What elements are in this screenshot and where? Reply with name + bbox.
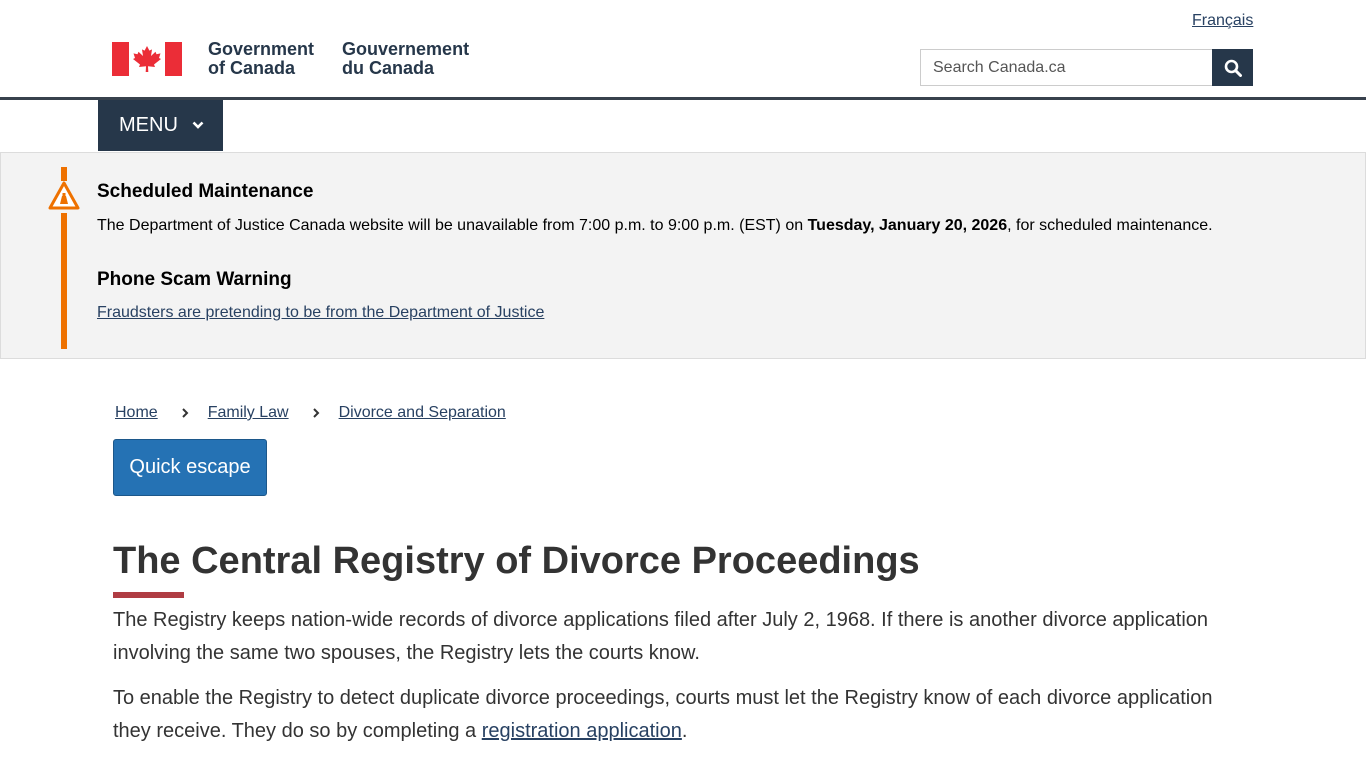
search-icon	[1224, 59, 1242, 77]
search-input[interactable]	[920, 49, 1212, 86]
chevron-down-icon	[192, 121, 204, 130]
warning-icon	[48, 181, 80, 216]
breadcrumb: Home Family Law Divorce and Separation	[115, 404, 506, 422]
chevron-right-icon	[181, 408, 189, 418]
site-search	[920, 49, 1253, 86]
registration-paragraph: To enable the Registry to detect duplica…	[113, 687, 1213, 742]
maintenance-heading: Scheduled Maintenance	[97, 181, 314, 202]
site-header: Français Government of Canada Gouverneme…	[0, 0, 1366, 100]
maintenance-text: The Department of Justice Canada website…	[97, 217, 1213, 234]
alert-accent-rule	[61, 213, 67, 349]
chevron-right-icon	[312, 408, 320, 418]
site-alert-banner: Scheduled Maintenance The Department of …	[0, 152, 1366, 359]
canada-flag-icon	[112, 42, 182, 76]
language-toggle-link[interactable]: Français	[1192, 12, 1253, 30]
maintenance-date: Tuesday, January 20, 2026	[807, 217, 1008, 234]
page-title: The Central Registry of Divorce Proceedi…	[113, 540, 920, 582]
search-button[interactable]	[1212, 49, 1253, 86]
phone-scam-link[interactable]: Fraudsters are pretending to be from the…	[97, 304, 544, 322]
government-of-canada-signature[interactable]: Government of Canada Gouvernement du Can…	[112, 40, 469, 78]
breadcrumb-divorce-separation-link[interactable]: Divorce and Separation	[339, 404, 506, 422]
wordmark-english: Government of Canada	[208, 39, 315, 78]
breadcrumb-home-link[interactable]: Home	[115, 404, 158, 422]
menu-label: MENU	[119, 114, 178, 136]
breadcrumb-family-law-link[interactable]: Family Law	[208, 404, 289, 422]
intro-paragraph: The Registry keeps nation-wide records o…	[113, 609, 1209, 664]
quick-escape-button[interactable]: Quick escape	[113, 439, 267, 496]
title-underline	[113, 592, 184, 598]
menu-button[interactable]: MENU	[98, 100, 223, 151]
phone-scam-heading: Phone Scam Warning	[97, 269, 292, 290]
wordmark-french: Gouvernement du Canada	[342, 39, 470, 78]
wordmark: Government of Canada Gouvernement du Can…	[208, 40, 469, 78]
registration-application-link[interactable]: registration application	[482, 720, 682, 742]
alert-accent-rule	[61, 167, 67, 181]
